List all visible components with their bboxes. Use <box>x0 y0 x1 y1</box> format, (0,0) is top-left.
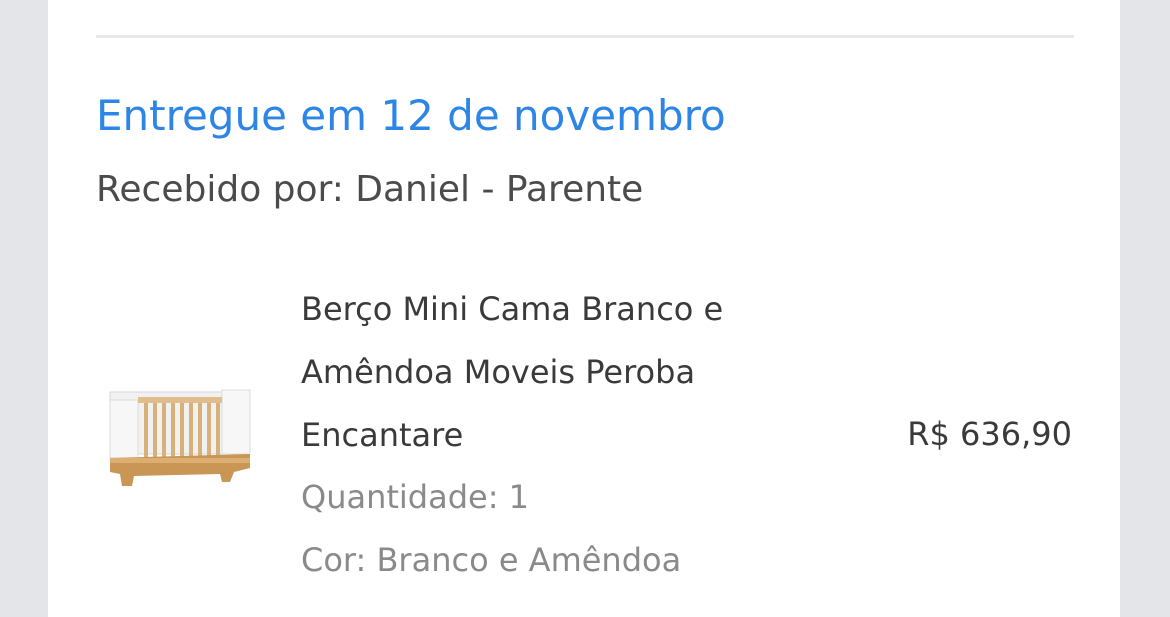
crib-product-image[interactable] <box>104 372 264 502</box>
product-price: R$ 636,90 <box>907 415 1072 453</box>
product-title[interactable]: Berço Mini Cama Branco e Amêndoa Moveis … <box>301 278 861 467</box>
received-by-text: Recebido por: Daniel - Parente <box>96 169 644 210</box>
product-color: Cor: Branco e Amêndoa <box>301 541 682 579</box>
product-quantity: Quantidade: 1 <box>301 478 530 516</box>
order-card: Entregue em 12 de novembro Recebido por:… <box>48 0 1120 617</box>
product-title-line-1: Berço Mini Cama Branco e <box>301 290 724 328</box>
crib-icon <box>109 389 251 486</box>
product-title-line-3: Encantare <box>301 416 464 454</box>
divider <box>96 35 1074 38</box>
delivery-date-heading: Entregue em 12 de novembro <box>96 91 726 140</box>
product-title-line-2: Amêndoa Moveis Peroba <box>301 353 696 391</box>
